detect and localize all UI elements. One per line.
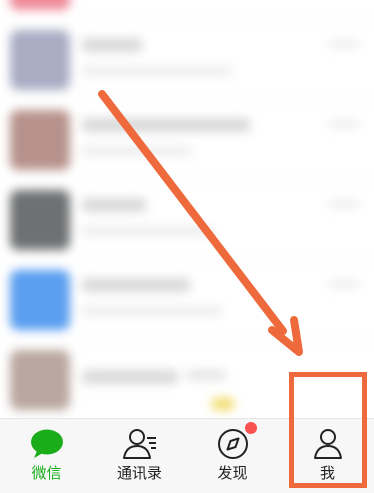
chat-preview-placeholder xyxy=(82,146,192,156)
tab-label-discover: 发现 xyxy=(217,464,248,482)
chat-row[interactable] xyxy=(0,100,374,180)
chat-title-placeholder xyxy=(82,38,142,52)
chat-sticker-placeholder xyxy=(212,398,234,410)
chat-row[interactable] xyxy=(0,20,374,100)
chat-preview-placeholder xyxy=(82,66,232,76)
chat-row[interactable] xyxy=(0,260,374,340)
chat-time-placeholder xyxy=(328,200,360,208)
chat-title-placeholder xyxy=(82,118,250,132)
chat-time-placeholder xyxy=(328,40,360,48)
avatar xyxy=(10,350,70,410)
chat-preview-placeholder xyxy=(82,306,222,316)
avatar xyxy=(10,110,70,170)
avatar xyxy=(10,30,70,90)
discover-badge xyxy=(245,422,257,434)
tab-contacts[interactable]: 通讯录 xyxy=(93,419,186,493)
chat-preview-placeholder xyxy=(186,370,226,380)
highlight-box-annotation xyxy=(289,372,367,488)
chat-row[interactable] xyxy=(0,180,374,260)
chat-title-placeholder xyxy=(82,278,190,292)
chat-list xyxy=(0,0,374,418)
tab-label-chats: 微信 xyxy=(31,464,62,482)
chat-time-placeholder xyxy=(328,280,360,288)
compass-icon xyxy=(217,429,248,459)
avatar xyxy=(10,270,70,330)
chat-time-placeholder xyxy=(328,120,360,128)
chat-title-placeholder xyxy=(82,370,178,384)
avatar xyxy=(10,0,70,10)
chat-preview-placeholder xyxy=(82,226,212,236)
avatar xyxy=(10,190,70,250)
chat-row[interactable] xyxy=(0,0,374,20)
tab-discover[interactable]: 发现 xyxy=(186,419,279,493)
chat-bubble-icon xyxy=(30,429,63,458)
contacts-icon xyxy=(122,429,156,459)
chat-title-placeholder xyxy=(82,198,146,212)
tab-label-contacts: 通讯录 xyxy=(116,464,162,482)
tab-chats[interactable]: 微信 xyxy=(0,419,93,493)
